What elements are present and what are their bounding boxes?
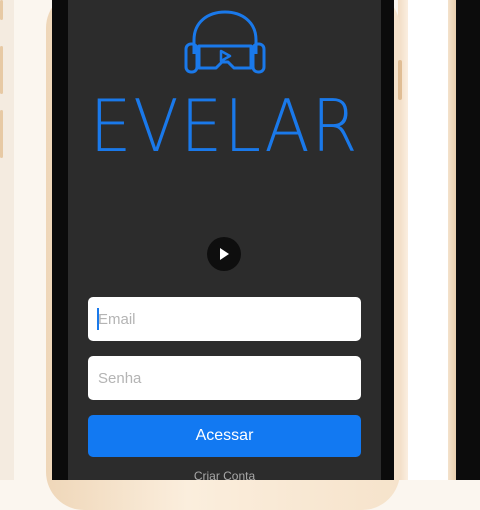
play-icon xyxy=(220,248,229,260)
vr-headset-play-icon xyxy=(184,6,266,83)
background-phone-right xyxy=(398,0,480,480)
side-button xyxy=(0,0,3,20)
phone-edge xyxy=(448,0,456,480)
volume-button xyxy=(398,60,402,100)
background-phone-left xyxy=(0,0,14,480)
play-button[interactable] xyxy=(207,237,241,271)
login-button[interactable]: Acessar xyxy=(88,415,361,457)
phone-screen-edge xyxy=(456,0,480,480)
app-logo-text: EVELAR xyxy=(89,84,360,168)
password-field[interactable] xyxy=(88,356,361,400)
create-account-link[interactable]: Criar Conta xyxy=(68,469,381,483)
side-button xyxy=(0,110,3,158)
email-field[interactable] xyxy=(88,297,361,341)
text-caret xyxy=(97,308,99,330)
login-screen: EVELAR Acessar Criar Conta xyxy=(68,0,381,483)
side-button xyxy=(0,46,3,94)
